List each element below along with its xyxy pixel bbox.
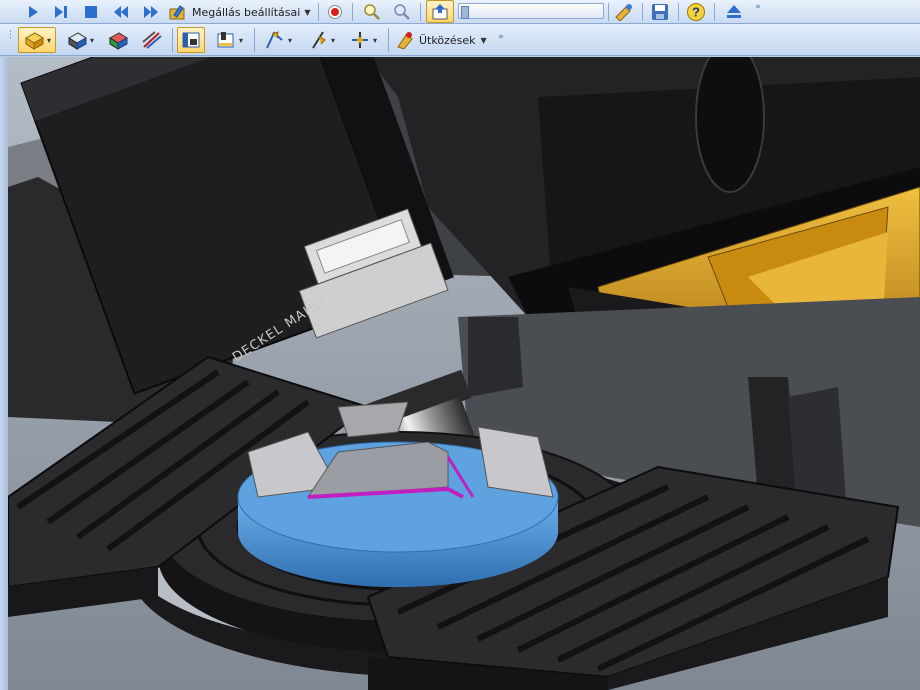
chevron-down-icon: ▾ <box>330 35 335 45</box>
export-button[interactable] <box>426 0 454 23</box>
axis-button[interactable]: ▾ <box>302 27 340 53</box>
axis-icon <box>312 31 326 49</box>
simulation-viewport[interactable]: DECKEL MAHO <box>8 57 920 690</box>
step-icon <box>55 6 67 18</box>
toolbar-separator <box>388 28 389 52</box>
fast-forward-button[interactable] <box>140 2 162 22</box>
eject-button[interactable] <box>722 1 746 23</box>
rewind-icon <box>114 6 128 18</box>
stop-settings-label: Megállás beállításai <box>192 5 301 19</box>
toolbar-separator <box>642 3 643 21</box>
collisions-icon <box>397 32 413 49</box>
section-icon <box>142 31 162 49</box>
collisions-button[interactable]: Ütközések ▼ <box>396 27 496 53</box>
toolbar-separator <box>420 3 421 21</box>
axis-tool-icon <box>351 32 368 48</box>
stop-icon <box>85 6 97 18</box>
view-part-button[interactable] <box>104 27 132 53</box>
slider-thumb[interactable] <box>461 6 469 19</box>
view-toolbar: ⋮ ▾ ▾ ▾ ▾ ▾ ▾ Ütközések ▼ » <box>0 24 920 56</box>
zoom-in-icon <box>364 4 380 20</box>
fixture-clamp-back <box>337 401 409 438</box>
tool-path-button[interactable]: ▾ <box>258 27 298 53</box>
housing-slot <box>695 57 765 193</box>
view-part-icon <box>109 32 128 50</box>
record-icon <box>328 5 342 19</box>
chevron-down-icon: ▾ <box>372 35 377 45</box>
chevron-down-icon: ▾ <box>238 35 243 45</box>
view-tool-button[interactable]: ▾ <box>60 27 100 53</box>
toolbar-overflow-chevron-icon[interactable]: » <box>497 32 505 52</box>
display-mode-button[interactable] <box>177 27 205 53</box>
toolbar-separator <box>318 3 319 21</box>
toolbar-separator <box>608 3 609 21</box>
help-icon: ? <box>687 3 705 21</box>
machine-scene: DECKEL MAHO <box>8 57 920 690</box>
section-button[interactable] <box>138 27 166 53</box>
chevron-down-icon: ▾ <box>46 35 51 45</box>
middle-block <box>468 317 523 397</box>
eject-icon <box>727 5 741 18</box>
speed-slider[interactable] <box>458 3 604 19</box>
stop-button[interactable] <box>80 2 102 22</box>
toolbar-grip-icon[interactable]: ⋮ <box>6 30 15 50</box>
zoom-in-button[interactable] <box>360 2 384 22</box>
chevron-down-icon: ▼ <box>304 7 311 17</box>
chevron-down-icon: ▾ <box>89 35 94 45</box>
magic-icon <box>615 4 632 21</box>
toolbar-separator <box>714 3 715 21</box>
view-tool-icon <box>68 32 87 50</box>
chevron-down-icon: ▼ <box>480 35 487 45</box>
machine-view-icon <box>217 32 234 48</box>
zoom-out-button[interactable] <box>390 2 414 22</box>
simulation-toolbar: Megállás beállításai ▼ ? » <box>0 0 920 24</box>
save-icon <box>652 4 668 20</box>
toolbar-separator <box>678 3 679 21</box>
save-button[interactable] <box>648 1 672 23</box>
zoom-out-icon <box>394 4 410 20</box>
export-icon <box>432 3 448 19</box>
toolbar-separator <box>352 3 353 21</box>
magic-button[interactable] <box>612 1 636 23</box>
stop-settings-icon <box>169 5 185 20</box>
left-dock-strip <box>0 57 8 690</box>
chevron-down-icon: ▾ <box>287 35 292 45</box>
play-icon <box>29 6 38 18</box>
record-button[interactable] <box>324 2 346 22</box>
view-box-button[interactable]: ▾ <box>18 27 56 53</box>
axis-tool-button[interactable]: ▾ <box>344 27 382 53</box>
stop-settings-button[interactable]: Megállás beállításai ▼ <box>168 1 313 23</box>
fast-forward-icon <box>144 6 158 18</box>
rewind-button[interactable] <box>110 2 132 22</box>
view-box-icon <box>25 32 44 50</box>
toolbar-overflow-chevron-icon[interactable]: » <box>754 2 762 22</box>
toolbar-separator <box>172 28 173 52</box>
help-button[interactable]: ? <box>684 1 708 23</box>
play-button[interactable] <box>22 2 44 22</box>
machine-view-button[interactable]: ▾ <box>209 27 249 53</box>
display-mode-icon <box>182 32 200 48</box>
collisions-label: Ütközések <box>419 33 476 47</box>
toolbar-separator <box>254 28 255 52</box>
step-button[interactable] <box>50 2 72 22</box>
svg-text:?: ? <box>692 5 700 20</box>
tool-path-icon <box>266 31 283 49</box>
